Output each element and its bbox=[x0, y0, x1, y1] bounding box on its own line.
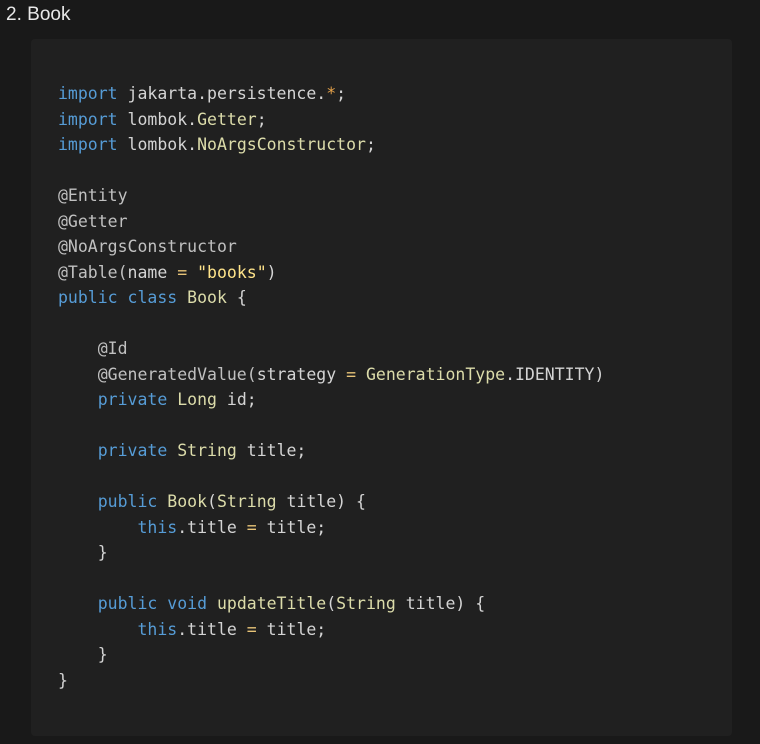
code-token: private bbox=[58, 441, 178, 460]
code-line: public Book(String title) { bbox=[58, 489, 604, 515]
code-token: "books" bbox=[197, 262, 267, 282]
code-token: = bbox=[336, 364, 366, 384]
code-token: public class bbox=[58, 288, 188, 307]
code-token: import bbox=[58, 109, 118, 129]
code-token: ; bbox=[256, 109, 267, 129]
code-token: } bbox=[58, 543, 108, 562]
code-token: ; bbox=[336, 84, 347, 103]
code-line: } bbox=[58, 668, 604, 694]
code-token: title; bbox=[256, 619, 327, 639]
code-token: @Id bbox=[58, 339, 128, 358]
code-token: title) { bbox=[395, 594, 486, 613]
code-line: } bbox=[58, 642, 604, 668]
code-token: @NoArgsConstructor bbox=[58, 237, 237, 256]
code-line: import lombok.Getter; bbox=[58, 107, 604, 133]
code-token: } bbox=[58, 670, 68, 690]
code-token: title; bbox=[236, 441, 307, 460]
code-token: lombok. bbox=[117, 135, 198, 154]
code-token: NoArgsConstructor bbox=[197, 135, 366, 154]
code-line: this.title = title; bbox=[58, 515, 604, 541]
code-token: import bbox=[58, 135, 118, 154]
code-token: = bbox=[167, 262, 198, 282]
code-token: import bbox=[58, 84, 118, 103]
code-token: } bbox=[58, 645, 108, 664]
code-token: updateTitle bbox=[216, 594, 327, 613]
code-line: private String title; bbox=[58, 438, 604, 464]
code-token: ( bbox=[326, 594, 337, 613]
code-token: GenerationType bbox=[365, 364, 506, 384]
code-line: @Id bbox=[58, 336, 604, 362]
code-token: title) { bbox=[276, 492, 366, 511]
code-token: public void bbox=[58, 594, 217, 613]
code-token: this bbox=[58, 517, 178, 537]
code-line: @GeneratedValue(strategy = GenerationTyp… bbox=[58, 362, 605, 388]
code-token: @Table( bbox=[58, 262, 128, 282]
code-content[interactable]: import jakarta.persistence.*; import lomb… bbox=[58, 81, 604, 693]
code-token: public bbox=[58, 492, 168, 511]
code-line: import lombok.NoArgsConstructor; bbox=[58, 132, 604, 158]
code-token: ( bbox=[207, 492, 217, 511]
code-token: = bbox=[246, 619, 257, 639]
code-token: .IDENTITY) bbox=[505, 364, 605, 384]
code-token: @Entity bbox=[58, 186, 128, 205]
code-line: public void updateTitle(String title) { bbox=[58, 591, 604, 617]
code-token: lombok. bbox=[117, 109, 198, 129]
code-token: strategy bbox=[256, 364, 337, 384]
code-line: public class Book { bbox=[58, 285, 604, 311]
code-line: import jakarta.persistence.*; bbox=[58, 81, 604, 107]
code-token: Getter bbox=[197, 109, 257, 129]
section-heading: 2. Book bbox=[6, 2, 70, 28]
code-token: Long bbox=[177, 390, 217, 409]
code-token: name bbox=[127, 262, 168, 282]
code-line: @Table(name = "books") bbox=[58, 260, 604, 286]
code-line: } bbox=[58, 540, 604, 566]
code-line: this.title = title; bbox=[58, 617, 604, 643]
code-line: private Long id; bbox=[58, 387, 604, 413]
section-title: Book bbox=[27, 4, 71, 25]
code-token: @Getter bbox=[58, 211, 128, 231]
code-token: this bbox=[58, 619, 178, 639]
code-token: String bbox=[177, 441, 237, 460]
code-token: .title bbox=[177, 619, 247, 639]
code-line: @Getter bbox=[58, 209, 604, 235]
code-token: id; bbox=[216, 390, 257, 409]
code-token: private bbox=[58, 390, 178, 409]
code-line: @Entity bbox=[58, 183, 604, 209]
code-token: String bbox=[216, 492, 277, 511]
code-token: * bbox=[326, 84, 337, 103]
code-token: ; bbox=[365, 135, 376, 154]
code-token: jakarta.persistence. bbox=[117, 84, 327, 103]
code-block[interactable]: import jakarta.persistence.*; import lomb… bbox=[31, 39, 732, 736]
code-token: .title bbox=[177, 517, 247, 537]
code-token: @GeneratedValue( bbox=[58, 364, 257, 384]
code-token: String bbox=[336, 594, 396, 613]
code-token: = bbox=[246, 517, 257, 537]
code-token: Book bbox=[167, 492, 208, 511]
code-token: { bbox=[226, 288, 247, 307]
code-line: @NoArgsConstructor bbox=[58, 234, 604, 260]
code-token: Book bbox=[187, 288, 227, 307]
code-token: ) bbox=[266, 262, 277, 282]
code-token: title; bbox=[256, 517, 327, 537]
section-number: 2. bbox=[6, 4, 22, 25]
